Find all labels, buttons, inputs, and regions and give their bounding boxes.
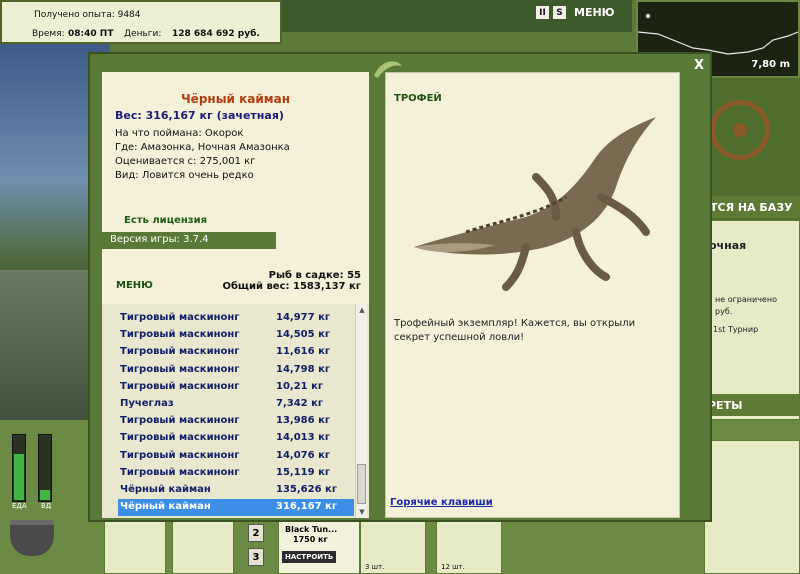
keepnet-totals: Рыб в садке: 55 Общий вес: 1583,137 кг — [222, 270, 361, 292]
rod-slot-2-button[interactable]: 2 — [248, 524, 264, 542]
catch-row-weight: 14,798 кг — [276, 363, 331, 375]
catch-row[interactable]: Тигровый маскинонг 14,505 кг — [118, 327, 354, 344]
status-meters: ЕДА ВД — [8, 430, 58, 510]
valued-info: Оценивается с: 275,001 кг — [115, 156, 256, 167]
location-info: Где: Амазонка, Ночная Амазонка — [115, 142, 290, 153]
game-version: Версия игры: 3.7.4 — [102, 232, 276, 249]
sound-icon[interactable]: S — [553, 6, 566, 19]
hotkeys-link[interactable]: Горячие клавиши — [390, 497, 493, 508]
catch-row-weight: 13,986 кг — [276, 415, 331, 427]
catch-row-name: Чёрный кайман — [120, 501, 211, 513]
rod-slot-3-button[interactable]: 3 — [248, 548, 264, 566]
hook-count: 3 шт. — [365, 563, 385, 571]
tournament-line1: не ограничено — [715, 295, 777, 304]
catch-row-name: Тигровый маскинонг — [120, 466, 240, 478]
time-label: Время: — [32, 29, 65, 39]
catch-row-name: Тигровый маскинонг — [120, 329, 240, 341]
depth-value: 7,80 m — [751, 59, 790, 70]
rod-weight: 1750 кг — [293, 535, 328, 544]
rod-slot[interactable]: Black Tun... 1750 кг НАСТРОИТЬ — [278, 520, 360, 574]
catch-dialog: X Чёрный кайман Вес: 316,167 кг (зачетна… — [88, 52, 712, 522]
rarity-info: Вид: Ловится очень редко — [115, 170, 254, 181]
catch-row[interactable]: Тигровый маскинонг 11,616 кг — [118, 344, 354, 361]
catch-row-weight: 7,342 кг — [276, 398, 324, 409]
secrets-button[interactable]: РЕТЫ — [704, 394, 800, 416]
catch-row[interactable]: Чёрный кайман 316,167 кг — [118, 499, 354, 517]
trophy-pane: ТРОФЕЙ Трофейный экземпляр! Кажется, вы … — [385, 72, 680, 518]
catch-list-scrollbar[interactable]: ▲ ▼ — [355, 304, 367, 518]
vegetables-slot[interactable] — [104, 520, 166, 574]
scroll-up-icon[interactable]: ▲ — [356, 304, 368, 316]
catch-row-name: Тигровый маскинонг — [120, 415, 240, 427]
license-status: Есть лицензия — [124, 215, 208, 226]
food-meter — [12, 434, 26, 502]
total-weight: Общий вес: 1583,137 кг — [222, 281, 361, 292]
close-button[interactable]: X — [694, 58, 704, 73]
fish-name: Чёрный кайман — [180, 92, 290, 106]
bait-count: 12 шт. — [441, 563, 465, 571]
catch-row[interactable]: Чёрный кайман 135,626 кг — [118, 482, 354, 499]
catch-row-name: Тигровый маскинонг — [120, 380, 240, 392]
scroll-down-icon[interactable]: ▼ — [356, 506, 368, 518]
hook-slot[interactable]: 3 шт. — [360, 520, 426, 574]
catch-row-weight: 14,977 кг — [276, 312, 331, 323]
catch-row[interactable]: Тигровый маскинонг 14,798 кг — [118, 362, 354, 379]
top-controls: II S МЕНЮ — [536, 6, 615, 19]
catch-row-weight: 14,505 кг — [276, 329, 331, 341]
pause-icon[interactable]: II — [536, 6, 549, 19]
catch-row-name: Тигровый маскинонг — [120, 363, 240, 375]
catch-row[interactable]: Тигровый маскинонг 15,119 кг — [118, 465, 354, 482]
catch-row-weight: 316,167 кг — [276, 501, 338, 513]
experience-text: Получено опыта: 9484 — [34, 10, 141, 20]
catch-info-pane: Чёрный кайман Вес: 316,167 кг (зачетная)… — [102, 72, 369, 518]
catch-row[interactable]: Тигровый маскинонг 14,013 кг — [118, 430, 354, 447]
fish-count: Рыб в садке: 55 — [268, 270, 361, 281]
tournament-panel: очная не ограничено руб. 1st Турнир — [704, 220, 800, 420]
right-lower-panel — [704, 440, 800, 574]
catch-row[interactable]: Тигровый маскинонг 14,076 кг — [118, 448, 354, 465]
money-value: 128 684 692 руб. — [172, 29, 260, 39]
menu-link[interactable]: МЕНЮ — [116, 280, 153, 291]
water-label: ВД — [41, 502, 52, 510]
catch-row-weight: 14,076 кг — [276, 449, 331, 461]
catch-row-weight: 11,616 кг — [276, 346, 331, 358]
catch-row[interactable]: Тигровый маскинонг 13,986 кг — [118, 413, 354, 430]
tournament-title: очная — [709, 239, 747, 252]
catch-row-name: Тигровый маскинонг — [120, 346, 240, 358]
catch-row-weight: 15,119 кг — [276, 466, 331, 478]
tournament-line3: 1st Турнир — [713, 325, 759, 334]
go-to-base-button[interactable]: ТСЯ НА БАЗУ — [704, 196, 800, 218]
top-menu-button[interactable]: МЕНЮ — [574, 6, 615, 19]
money-label: Деньги: — [124, 29, 162, 39]
catch-row-name: Тигровый маскинонг — [120, 432, 240, 444]
catch-row[interactable]: Тигровый маскинонг 10,21 кг — [118, 379, 354, 396]
scroll-thumb[interactable] — [357, 464, 366, 504]
catch-row-weight: 10,21 кг — [276, 380, 324, 392]
ship-wheel-icon[interactable] — [710, 100, 770, 160]
tournament-line2: руб. — [715, 307, 733, 316]
catch-row-name: Чёрный кайман — [120, 484, 211, 495]
trophy-message: Трофейный экземпляр! Кажется, вы открыли… — [394, 318, 636, 343]
catch-row[interactable]: Пучеглаз 7,342 кг — [118, 396, 354, 413]
catch-row[interactable]: Тигровый маскинонг 14,977 кг — [118, 310, 354, 327]
catch-row-name: Пучеглаз — [120, 398, 174, 409]
time-value: 08:40 ПТ — [68, 29, 114, 39]
catch-list: Тигровый маскинонг 14,977 кг Тигровый маск… — [102, 304, 369, 518]
pot-icon[interactable] — [10, 520, 54, 556]
catch-row-name: Тигровый маскинонг — [120, 312, 240, 323]
catch-row-name: Тигровый маскинонг — [120, 449, 240, 461]
fish-weight: Вес: 316,167 кг (зачетная) — [115, 109, 284, 122]
black-caiman-image — [414, 117, 656, 291]
rod-setup-button[interactable]: НАСТРОИТЬ — [282, 551, 337, 563]
bait-slot[interactable]: 12 шт. — [436, 520, 502, 574]
bucket-slot[interactable] — [172, 520, 234, 574]
water-meter — [38, 434, 52, 502]
catch-row-weight: 135,626 кг — [276, 484, 338, 495]
food-label: ЕДА — [12, 502, 27, 510]
hud-status: Получено опыта: 9484 Время: 08:40 ПТ Ден… — [0, 0, 282, 44]
bait-info: На что поймана: Окорок — [115, 128, 244, 139]
rod-name: Black Tun... — [285, 525, 338, 534]
catch-row-weight: 14,013 кг — [276, 432, 331, 444]
